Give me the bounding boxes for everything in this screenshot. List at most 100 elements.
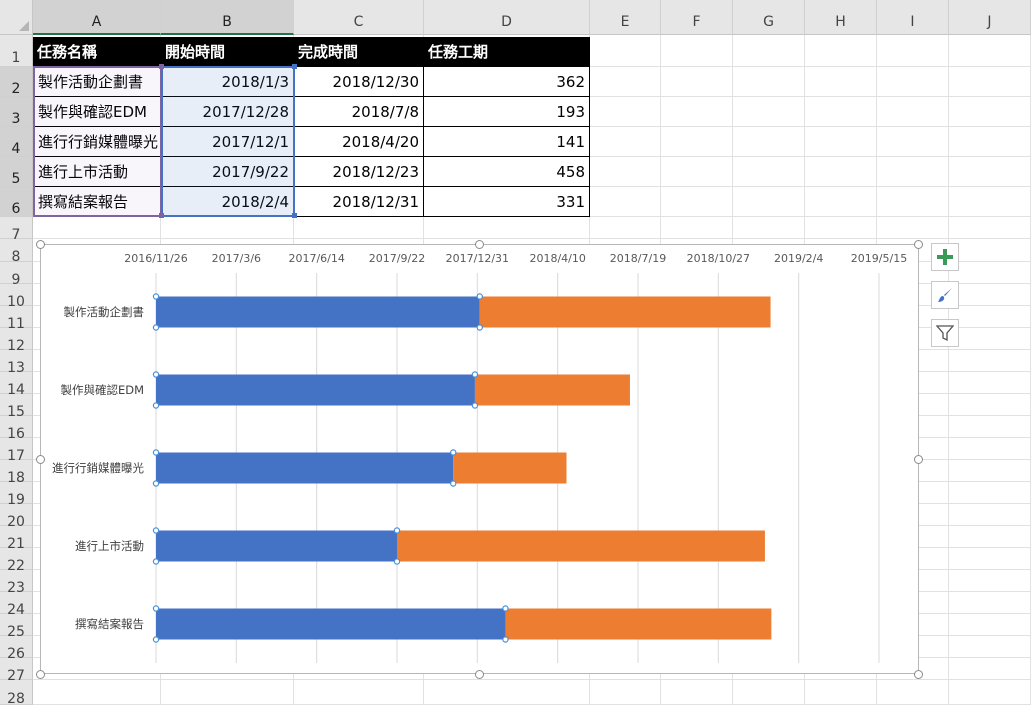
chart-resize-handle[interactable] [36, 455, 45, 464]
grid-line [33, 238, 1031, 239]
header-cell[interactable]: 任務工期 [424, 37, 590, 67]
start-bar [156, 374, 475, 406]
start-bar [156, 530, 397, 562]
row-header-7[interactable]: 7 [0, 217, 33, 243]
column-header-h[interactable]: H [805, 0, 877, 35]
x-tick-label: 2019/5/15 [851, 252, 907, 265]
row-header-10[interactable]: 10 [0, 284, 33, 310]
table-cell[interactable]: 458 [424, 157, 590, 187]
x-tick-label: 2017/6/14 [288, 252, 344, 265]
duration-bar [397, 530, 765, 562]
column-header-b[interactable]: B [161, 0, 294, 35]
table-cell[interactable]: 2018/7/8 [294, 97, 424, 127]
row-header-24[interactable]: 24 [0, 592, 33, 618]
bar-selection-handle [152, 558, 160, 565]
chart-resize-handle[interactable] [914, 670, 923, 679]
row-header-2[interactable]: 2 [0, 67, 33, 97]
bar-selection-handle [476, 293, 483, 300]
bar-selection-handle [476, 324, 483, 331]
row-header-16[interactable]: 16 [0, 416, 33, 442]
selection-handle[interactable] [292, 64, 297, 69]
category-label: 進行行銷媒體曝光 [52, 461, 144, 475]
x-tick-label: 2019/2/4 [774, 252, 823, 265]
selection-handle[interactable] [159, 64, 164, 69]
row-header-11[interactable]: 11 [0, 306, 33, 332]
bar-selection-handle [152, 324, 160, 331]
row-header-8[interactable]: 8 [0, 239, 33, 265]
row-header-14[interactable]: 14 [0, 372, 33, 398]
selection-range-b [161, 66, 295, 217]
bar-selection-handle [471, 402, 479, 409]
category-label: 製作活動企劃書 [64, 305, 145, 319]
row-header-3[interactable]: 3 [0, 97, 33, 127]
row-header-20[interactable]: 20 [0, 504, 33, 530]
bar-selection-handle [502, 636, 509, 643]
chart-resize-handle[interactable] [914, 455, 923, 464]
row-header-27[interactable]: 27 [0, 658, 33, 684]
column-header-a[interactable]: A [33, 0, 161, 35]
row-header-23[interactable]: 23 [0, 570, 33, 596]
row-header-21[interactable]: 21 [0, 526, 33, 552]
x-tick-label: 2017/9/22 [369, 252, 425, 265]
bar-selection-handle [152, 527, 160, 534]
grid-line [33, 679, 1031, 680]
chart-resize-handle[interactable] [475, 670, 484, 679]
column-header-d[interactable]: D [424, 0, 590, 35]
row-header-6[interactable]: 6 [0, 187, 33, 217]
chart-resize-handle[interactable] [914, 240, 923, 249]
column-header-e[interactable]: E [590, 0, 661, 35]
table-cell[interactable]: 193 [424, 97, 590, 127]
row-header-25[interactable]: 25 [0, 614, 33, 640]
column-header-g[interactable]: G [733, 0, 805, 35]
table-cell[interactable]: 141 [424, 127, 590, 157]
row-header-9[interactable]: 9 [0, 262, 33, 288]
row-header-22[interactable]: 22 [0, 548, 33, 574]
row-header-17[interactable]: 17 [0, 438, 33, 464]
x-tick-label: 2018/7/19 [610, 252, 666, 265]
column-header-f[interactable]: F [661, 0, 733, 35]
row-header-26[interactable]: 26 [0, 636, 33, 662]
selection-handle[interactable] [292, 213, 297, 218]
chart-styles-button[interactable] [931, 281, 959, 309]
gantt-chart[interactable]: 2016/11/26 2017/3/6 2017/6/14 2017/9/22 2017… [40, 244, 919, 674]
row-header-1[interactable]: 1 [0, 35, 33, 67]
header-cell[interactable]: 開始時間 [161, 37, 294, 67]
chart-filters-button[interactable] [931, 319, 959, 347]
duration-bar [479, 296, 771, 328]
chart-resize-handle[interactable] [36, 670, 45, 679]
spreadsheet: ABCDEFGHIJ 1 2 3 4 5 6 7 8 9 10 11 12 13 14 15 16 17 18 19… [0, 0, 1031, 707]
row-header-15[interactable]: 15 [0, 394, 33, 420]
bar-selection-handle [393, 558, 401, 565]
table-cell[interactable]: 2018/12/31 [294, 187, 424, 217]
column-header-j[interactable]: J [949, 0, 1031, 35]
duration-bar [505, 608, 772, 640]
table-cell[interactable]: 331 [424, 187, 590, 217]
header-cell[interactable]: 任務名稱 [33, 37, 161, 67]
bar-selection-handle [152, 449, 160, 456]
row-header-5[interactable]: 5 [0, 157, 33, 187]
duration-bar [453, 452, 567, 484]
row-header-19[interactable]: 19 [0, 482, 33, 508]
duration-bar [474, 374, 630, 406]
select-all-button[interactable] [0, 0, 33, 35]
row-header-12[interactable]: 12 [0, 328, 33, 354]
row-header-4[interactable]: 4 [0, 127, 33, 157]
column-header-i[interactable]: I [877, 0, 949, 35]
selection-range-a [33, 66, 162, 217]
header-cell[interactable]: 完成時間 [294, 37, 424, 67]
table-cell[interactable]: 362 [424, 67, 590, 97]
column-header-c[interactable]: C [294, 0, 424, 35]
bar-selection-handle [450, 480, 457, 487]
row-header-18[interactable]: 18 [0, 460, 33, 486]
chart-resize-handle[interactable] [36, 240, 45, 249]
row-header-28[interactable]: 28 [0, 680, 33, 707]
x-tick-label: 2018/10/27 [687, 252, 750, 265]
bar-selection-handle [152, 293, 160, 300]
chart-elements-button[interactable] [931, 243, 959, 271]
chart-resize-handle[interactable] [475, 240, 484, 249]
table-cell[interactable]: 2018/12/23 [294, 157, 424, 187]
table-cell[interactable]: 2018/12/30 [294, 67, 424, 97]
selection-handle[interactable] [159, 213, 164, 218]
table-cell[interactable]: 2018/4/20 [294, 127, 424, 157]
row-header-13[interactable]: 13 [0, 350, 33, 376]
